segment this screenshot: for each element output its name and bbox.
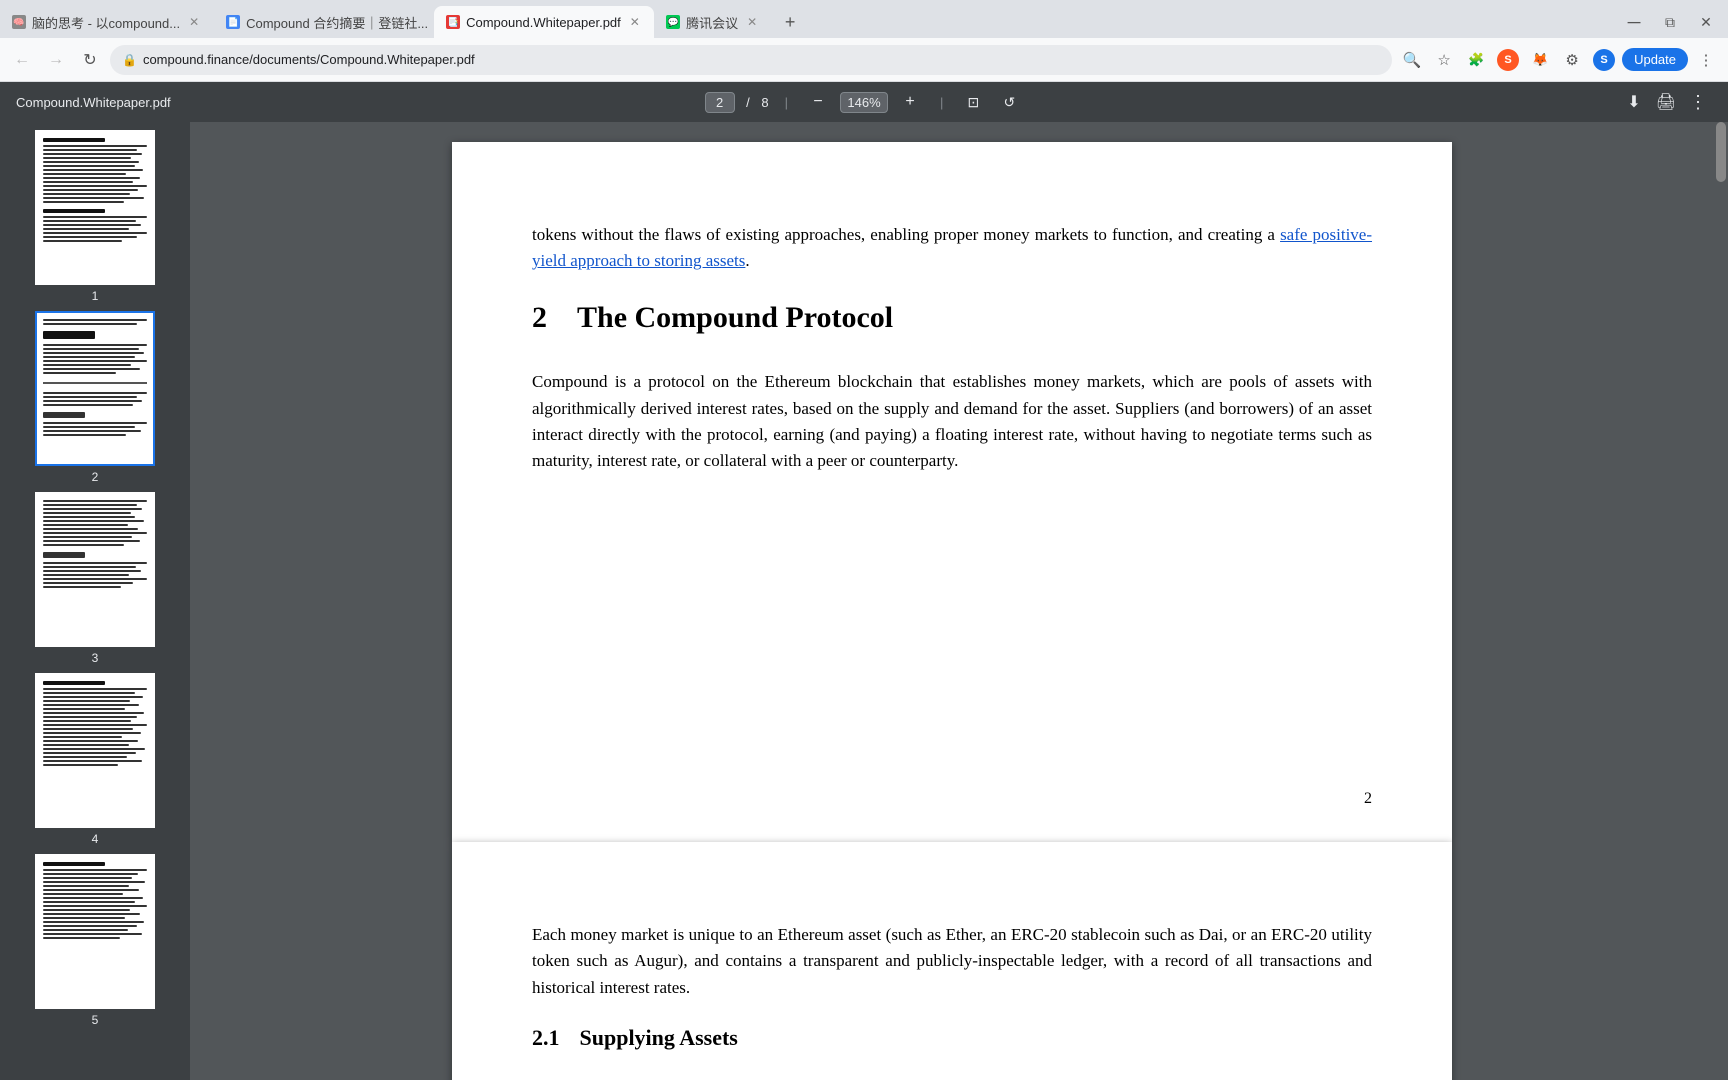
pdf-page-2: tokens tokens without the flaws of exist… bbox=[452, 142, 1452, 842]
tab-3-close[interactable]: ✕ bbox=[627, 14, 643, 30]
rotate-button[interactable]: ↺ bbox=[995, 88, 1023, 116]
safe-yield-link[interactable]: safe positive-yield approach to storing … bbox=[532, 225, 1372, 270]
tab-3-label: Compound.Whitepaper.pdf bbox=[466, 15, 621, 30]
section-title: The Compound Protocol bbox=[577, 295, 893, 342]
tab-1-close[interactable]: ✕ bbox=[186, 14, 202, 30]
extension2-icon[interactable]: 🦊 bbox=[1526, 46, 1554, 74]
page3-body1: Each money market is unique to an Ethere… bbox=[532, 922, 1372, 1001]
tab-2-favicon: 📄 bbox=[226, 15, 240, 29]
page2-body1: Compound is a protocol on the Ethereum b… bbox=[532, 369, 1372, 474]
thumbnail-4[interactable]: 4 bbox=[35, 673, 155, 846]
pdf-title: Compound.Whitepaper.pdf bbox=[16, 95, 581, 110]
thumb-5-num: 5 bbox=[92, 1013, 99, 1027]
thumb-page-4 bbox=[35, 673, 155, 828]
minimize-icon[interactable]: ─ bbox=[1620, 8, 1648, 36]
page2-number: 2 bbox=[1364, 787, 1372, 812]
thumb-page-2 bbox=[35, 311, 155, 466]
section-2-heading: 2 The Compound Protocol bbox=[532, 295, 1372, 342]
tab-1-favicon: 🧠 bbox=[12, 15, 26, 29]
thumbnail-5[interactable]: 5 bbox=[35, 854, 155, 1027]
thumbnail-2[interactable]: 2 bbox=[35, 311, 155, 484]
subsection-num: 2.1 bbox=[532, 1021, 560, 1055]
page-separator: / bbox=[743, 95, 754, 110]
lock-icon: 🔒 bbox=[122, 53, 137, 67]
close-window-icon[interactable]: ✕ bbox=[1692, 8, 1720, 36]
print-button[interactable]: 🖨 bbox=[1652, 88, 1680, 116]
new-tab-button[interactable]: + bbox=[776, 8, 804, 36]
tab-1-label: 脑的思考 - 以compound... bbox=[32, 13, 180, 32]
thumbnail-1[interactable]: 1 bbox=[35, 130, 155, 303]
tab-3[interactable]: 📑 Compound.Whitepaper.pdf ✕ bbox=[434, 6, 654, 38]
thumb-page-5 bbox=[35, 854, 155, 1009]
thumb-page-1 bbox=[35, 130, 155, 285]
tab-4-close[interactable]: ✕ bbox=[744, 14, 760, 30]
tab-1[interactable]: 🧠 脑的思考 - 以compound... ✕ bbox=[0, 6, 214, 38]
scrollbar-thumb[interactable] bbox=[1716, 122, 1726, 182]
reload-button[interactable]: ↻ bbox=[76, 46, 104, 74]
pdf-page-3: Each money market is unique to an Ethere… bbox=[452, 842, 1452, 1080]
bookmark-icon[interactable]: ☆ bbox=[1430, 46, 1458, 74]
pdf-right-actions: ⬇ 🖨 ⋮ bbox=[1147, 88, 1712, 116]
back-button[interactable]: ← bbox=[8, 46, 36, 74]
sidebar-thumbnails: 1 bbox=[0, 122, 190, 1080]
restore-icon[interactable]: ⧉ bbox=[1656, 8, 1684, 36]
main-area: 1 bbox=[0, 122, 1728, 1080]
zoom-out-button[interactable]: − bbox=[804, 88, 832, 116]
pdf-toolbar: Compound.Whitepaper.pdf / 8 | − + | ⊡ ↺ … bbox=[0, 82, 1728, 122]
extension-icon[interactable]: 🧩 bbox=[1462, 46, 1490, 74]
more-icon[interactable]: ⋮ bbox=[1692, 46, 1720, 74]
forward-button[interactable]: → bbox=[42, 46, 70, 74]
tab-4[interactable]: 💬 腾讯会议 ✕ bbox=[654, 6, 772, 38]
thumb-3-num: 3 bbox=[92, 651, 99, 665]
url-text: compound.finance/documents/Compound.Whit… bbox=[143, 52, 1380, 67]
address-bar-row: ← → ↻ 🔒 compound.finance/documents/Compo… bbox=[0, 38, 1728, 82]
total-pages: 8 bbox=[761, 95, 768, 110]
zoom-in-button[interactable]: + bbox=[896, 88, 924, 116]
tab-bar: 🧠 脑的思考 - 以compound... ✕ 📄 Compound 合约摘要｜… bbox=[0, 0, 1728, 38]
tab-2-label: Compound 合约摘要｜登链社... bbox=[246, 13, 428, 32]
page-scrollbar-area bbox=[1714, 122, 1728, 1080]
tab-4-label: 腾讯会议 bbox=[686, 13, 738, 32]
subsection-title: Supplying Assets bbox=[580, 1021, 738, 1055]
settings-icon[interactable]: ⚙ bbox=[1558, 46, 1586, 74]
download-button[interactable]: ⬇ bbox=[1620, 88, 1648, 116]
subsection-2-1-heading: 2.1 Supplying Assets bbox=[532, 1021, 1372, 1055]
fit-page-button[interactable]: ⊡ bbox=[959, 88, 987, 116]
thumb-2-num: 2 bbox=[92, 470, 99, 484]
tab-2[interactable]: 📄 Compound 合约摘要｜登链社... ✕ bbox=[214, 6, 434, 38]
pdf-area: tokens tokens without the flaws of exist… bbox=[190, 122, 1714, 1080]
search-icon[interactable]: 🔍 bbox=[1398, 46, 1426, 74]
tab-4-favicon: 💬 bbox=[666, 15, 680, 29]
page2-top-text: tokens tokens without the flaws of exist… bbox=[532, 222, 1372, 275]
section-num: 2 bbox=[532, 295, 547, 342]
page3-body2: Unlike an exchange or peer-to-peer platf… bbox=[532, 1075, 1372, 1080]
thumb-page-3 bbox=[35, 492, 155, 647]
zoom-input[interactable] bbox=[840, 92, 888, 113]
thumbnail-3[interactable]: 3 bbox=[35, 492, 155, 665]
update-button[interactable]: Update bbox=[1622, 48, 1688, 71]
profile-icon[interactable]: S bbox=[1590, 46, 1618, 74]
thumb-4-num: 4 bbox=[92, 832, 99, 846]
more-options-button[interactable]: ⋮ bbox=[1684, 88, 1712, 116]
avatar-icon[interactable]: S bbox=[1494, 46, 1522, 74]
page-number-input[interactable] bbox=[705, 92, 735, 113]
pdf-nav-controls: / 8 | − + | ⊡ ↺ bbox=[581, 88, 1146, 116]
browser-actions: 🔍 ☆ 🧩 S 🦊 ⚙ S Update ⋮ bbox=[1398, 46, 1720, 74]
address-bar[interactable]: 🔒 compound.finance/documents/Compound.Wh… bbox=[110, 45, 1392, 75]
window-controls: ─ ⧉ ✕ bbox=[1620, 8, 1728, 36]
thumb-1-num: 1 bbox=[92, 289, 99, 303]
tab-3-favicon: 📑 bbox=[446, 15, 460, 29]
